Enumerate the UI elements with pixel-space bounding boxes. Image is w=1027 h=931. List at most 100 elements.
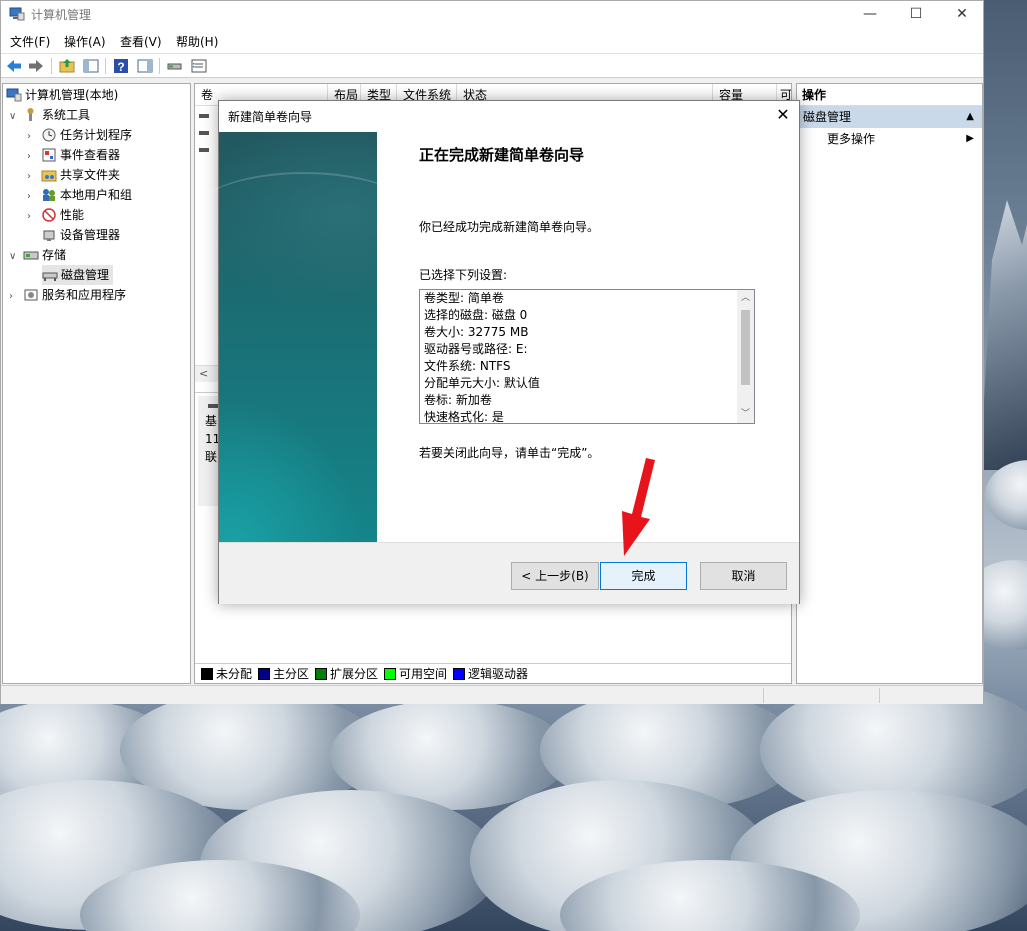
window-title: 计算机管理 <box>31 8 92 22</box>
tree-label: 共享文件夹 <box>60 168 121 182</box>
tree-item-device-manager[interactable]: 设备管理器 <box>41 225 120 245</box>
services-icon <box>24 289 38 301</box>
chevron-right-icon[interactable]: › <box>9 287 23 307</box>
selected-settings-label: 已选择下列设置: <box>419 268 508 282</box>
status-divider <box>763 688 764 703</box>
tools-icon <box>27 108 34 121</box>
tree-item-shared-folders[interactable]: › 共享文件夹 <box>27 165 120 185</box>
settings-summary-box[interactable]: 卷类型: 简单卷 选择的磁盘: 磁盘 0 卷大小: 32775 MB 驱动器号或… <box>419 289 755 424</box>
tree-item-task-scheduler[interactable]: › 任务计划程序 <box>27 125 132 145</box>
maximize-button[interactable]: ☐ <box>893 1 939 28</box>
tree-item-services[interactable]: › 服务和应用程序 <box>9 285 126 305</box>
scroll-up-icon[interactable]: ︿ <box>737 290 754 307</box>
tree-item-disk-management[interactable]: 磁盘管理 <box>42 265 114 285</box>
cancel-button[interactable]: 取消 <box>700 562 787 590</box>
help-icon[interactable]: ? <box>112 57 130 75</box>
chevron-right-icon[interactable]: › <box>27 207 41 227</box>
new-simple-volume-wizard: 新建简单卷向导 ✕ 正在完成新建简单卷向导 你已经成功完成新建简单卷向导。 已选… <box>189 100 800 604</box>
show-hide-action-pane-icon[interactable] <box>136 57 154 75</box>
chevron-down-icon[interactable]: ∨ <box>9 247 23 267</box>
volume-icon <box>199 148 209 152</box>
toolbar-separator <box>105 58 106 74</box>
scroll-down-icon[interactable]: ﹀ <box>737 406 754 423</box>
event-viewer-icon <box>42 148 56 162</box>
tree-label: 磁盘管理 <box>61 268 110 282</box>
list-item[interactable] <box>199 109 219 126</box>
dialog-title: 新建简单卷向导 <box>228 110 313 124</box>
volume-icon <box>199 131 209 135</box>
dialog-title-bar: 新建简单卷向导 ✕ <box>219 101 799 131</box>
legend-item: 主分区 <box>258 666 309 682</box>
chevron-down-icon[interactable]: ∨ <box>9 107 23 127</box>
close-hint: 若要关闭此向导，请单击“完成”。 <box>419 446 600 460</box>
setting-line: 选择的磁盘: 磁盘 0 <box>424 308 528 322</box>
finish-button[interactable]: 完成 <box>600 562 687 590</box>
tree-item-local-users[interactable]: › 本地用户和组 <box>27 185 132 205</box>
storage-icon <box>23 251 39 260</box>
tree-label: 任务计划程序 <box>60 128 133 142</box>
tree-label: 事件查看器 <box>60 148 121 162</box>
tree-item-storage[interactable]: ∨ 存储 <box>9 245 66 265</box>
legend-swatch <box>258 668 270 680</box>
setting-line: 卷大小: 32775 MB <box>424 325 529 339</box>
tree-label: 本地用户和组 <box>60 188 133 202</box>
tree-item-root[interactable]: 计算机管理(本地) <box>6 85 118 105</box>
chevron-right-icon[interactable]: › <box>27 187 41 207</box>
toolbar-separator <box>51 58 52 74</box>
close-window-button[interactable]: ✕ <box>939 1 985 28</box>
chevron-right-icon[interactable]: › <box>27 127 41 147</box>
tree-item-event-viewer[interactable]: › 事件查看器 <box>27 145 120 165</box>
title-bar: 计算机管理 — ☐ ✕ <box>1 1 983 28</box>
mountain-shape <box>980 170 1027 470</box>
clock-icon <box>42 128 56 142</box>
dialog-close-button[interactable]: ✕ <box>773 105 793 125</box>
console-tree: 计算机管理(本地) ∨ 系统工具 › 任务计划程序 › 事件查看器 › 共享文件夹 › 本… <box>2 83 191 684</box>
wizard-banner-image <box>189 132 419 542</box>
setting-line: 卷类型: 简单卷 <box>424 291 504 305</box>
volume-icon <box>199 114 209 118</box>
show-hide-console-tree-icon[interactable] <box>82 57 100 75</box>
tree-label: 设备管理器 <box>60 228 121 242</box>
menu-help[interactable]: 帮助(H) <box>176 33 218 50</box>
properties-icon[interactable] <box>190 57 208 75</box>
legend-item: 可用空间 <box>384 666 447 682</box>
device-manager-icon <box>43 230 55 241</box>
forward-arrow-icon[interactable] <box>27 57 45 75</box>
actions-section-disk-management[interactable]: 磁盘管理 ▲ <box>797 106 982 128</box>
tree-label: 服务和应用程序 <box>42 288 127 302</box>
chevron-right-icon[interactable]: › <box>27 167 41 187</box>
legend-swatch <box>315 668 327 680</box>
tree-item-performance[interactable]: › 性能 <box>27 205 84 225</box>
scroll-left-icon[interactable]: < <box>199 367 208 380</box>
menu-view[interactable]: 查看(V) <box>120 33 162 50</box>
setting-line: 快速格式化: 是 <box>424 410 504 424</box>
settings-scrollbar[interactable]: ︿ ﹀ <box>737 290 754 423</box>
up-folder-icon[interactable] <box>58 57 76 75</box>
actions-section-label: 磁盘管理 <box>803 110 852 124</box>
more-actions-label: 更多操作 <box>827 132 876 146</box>
chevron-right-icon[interactable]: › <box>27 147 41 167</box>
legend-swatch <box>201 668 213 680</box>
menu-action[interactable]: 操作(A) <box>64 33 106 50</box>
minimize-button[interactable]: — <box>847 1 893 28</box>
back-button[interactable]: < 上一步(B) <box>511 562 599 590</box>
success-message: 你已经成功完成新建简单卷向导。 <box>419 220 600 234</box>
list-item[interactable] <box>199 126 219 143</box>
volume-list <box>199 109 219 160</box>
tree-item-system-tools[interactable]: ∨ 系统工具 <box>9 105 90 125</box>
more-actions-item[interactable]: 更多操作 ▶ <box>797 128 982 150</box>
menu-file[interactable]: 文件(F) <box>10 33 50 50</box>
back-arrow-icon[interactable] <box>5 57 23 75</box>
list-item[interactable] <box>199 143 219 160</box>
collapse-up-icon[interactable]: ▲ <box>966 106 974 128</box>
disk-icon[interactable] <box>166 57 184 75</box>
partition-legend: 未分配 主分区 扩展分区 可用空间 逻辑驱动器 <box>195 663 791 681</box>
legend-item: 扩展分区 <box>315 666 378 682</box>
setting-line: 卷标: 新加卷 <box>424 393 492 407</box>
actions-pane: 操作 磁盘管理 ▲ 更多操作 ▶ <box>796 83 983 684</box>
status-bar <box>1 685 983 704</box>
menu-bar: 文件(F) 操作(A) 查看(V) 帮助(H) <box>1 28 983 53</box>
scrollbar-thumb[interactable] <box>741 310 750 385</box>
dialog-button-bar: < 上一步(B) 完成 取消 <box>219 542 799 604</box>
setting-line: 文件系统: NTFS <box>424 359 511 373</box>
